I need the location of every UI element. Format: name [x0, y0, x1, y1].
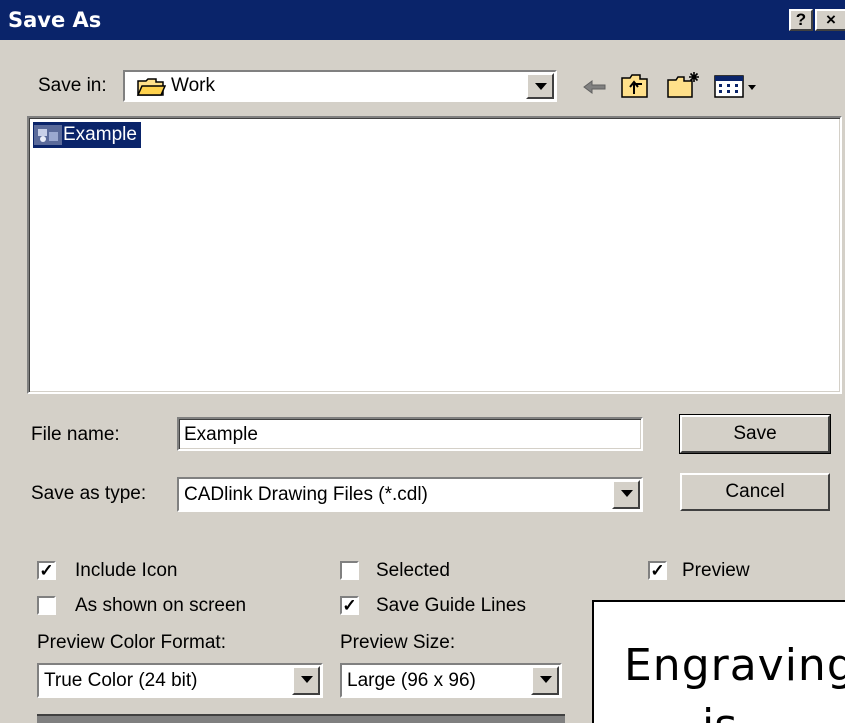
- include-icon-checkbox[interactable]: ✓: [37, 561, 56, 580]
- save-button[interactable]: Save: [679, 414, 831, 454]
- preview-checkbox[interactable]: ✓: [648, 561, 667, 580]
- folder-icon: [136, 78, 166, 96]
- save-guide-lines-label: Save Guide Lines: [376, 595, 526, 616]
- drawing-file-icon: [34, 125, 62, 145]
- title-bar[interactable]: [0, 0, 845, 40]
- preview-panel: Engraving is: [592, 600, 845, 723]
- file-name: Example: [63, 124, 137, 145]
- preview-size-dropdown[interactable]: Large (96 x 96): [340, 663, 562, 698]
- preview-text-line1: Engraving: [624, 640, 845, 691]
- save-as-type-dropdown-arrow[interactable]: [612, 480, 640, 509]
- include-icon-label: Include Icon: [75, 560, 178, 581]
- as-shown-label: As shown on screen: [75, 595, 247, 616]
- back-arrow-icon[interactable]: [582, 78, 608, 96]
- save-in-dropdown-arrow[interactable]: [526, 73, 554, 99]
- save-as-type-dropdown[interactable]: CADlink Drawing Files (*.cdl): [177, 477, 643, 512]
- view-menu-icon[interactable]: [713, 73, 759, 99]
- save-guide-lines-checkbox[interactable]: ✓: [340, 596, 359, 615]
- preview-text-line2: is: [702, 700, 737, 723]
- cancel-button[interactable]: Cancel: [680, 473, 830, 511]
- file-name-label: File name:: [31, 424, 120, 445]
- file-list-item[interactable]: Example: [33, 122, 141, 148]
- selected-label: Selected: [376, 560, 450, 581]
- save-in-dropdown[interactable]: Work: [123, 70, 557, 102]
- close-button[interactable]: ×: [815, 9, 845, 31]
- partial-field: [37, 714, 565, 723]
- save-as-type-value: CADlink Drawing Files (*.cdl): [184, 484, 428, 505]
- file-name-value: Example: [184, 424, 258, 445]
- preview-color-dropdown-arrow[interactable]: [292, 666, 320, 695]
- save-in-value: Work: [171, 75, 215, 96]
- preview-size-dropdown-arrow[interactable]: [531, 666, 559, 695]
- preview-color-value: True Color (24 bit): [44, 670, 198, 691]
- preview-color-dropdown[interactable]: True Color (24 bit): [37, 663, 323, 698]
- save-in-label: Save in:: [38, 75, 107, 96]
- help-button[interactable]: ?: [789, 9, 813, 31]
- preview-color-label: Preview Color Format:: [37, 632, 226, 653]
- window-title: Save As: [8, 8, 102, 32]
- preview-label: Preview: [682, 560, 750, 581]
- file-list[interactable]: Example: [27, 116, 842, 394]
- save-as-type-label: Save as type:: [31, 483, 147, 504]
- preview-size-value: Large (96 x 96): [347, 670, 476, 691]
- as-shown-checkbox[interactable]: [37, 596, 56, 615]
- new-folder-icon[interactable]: [666, 70, 702, 100]
- selected-checkbox[interactable]: [340, 561, 359, 580]
- preview-size-label: Preview Size:: [340, 632, 456, 653]
- up-folder-icon[interactable]: [620, 72, 650, 100]
- file-name-input[interactable]: Example: [177, 417, 643, 451]
